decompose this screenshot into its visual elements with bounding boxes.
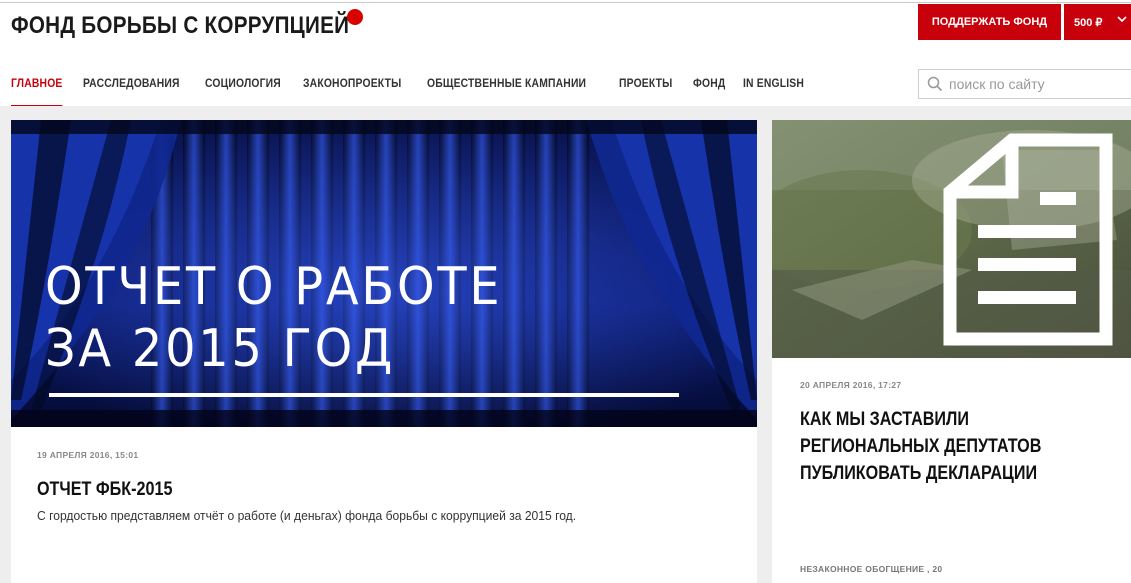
nav-item-campaigns[interactable]: ОБЩЕСТВЕННЫЕ КАМПАНИИ (427, 78, 586, 108)
article-date: 19 АПРЕЛЯ 2016, 15:01 (37, 450, 139, 460)
nav-item-sociology[interactable]: СОЦИОЛОГИЯ (205, 78, 281, 108)
main-nav: ГЛАВНОЕ РАССЛЕДОВАНИЯ СОЦИОЛОГИЯ ЗАКОНОП… (11, 78, 825, 108)
hero-title: ОТЧЕТ О РАБОТЕ ЗА 2015 ГОД (45, 257, 503, 379)
logo-red-dot-icon (347, 9, 363, 25)
search-input[interactable] (949, 76, 1119, 92)
site-search[interactable] (918, 69, 1131, 99)
hero-underline (49, 393, 679, 397)
nav-item-fund[interactable]: ФОНД (693, 78, 725, 108)
search-icon[interactable] (927, 76, 943, 92)
support-fund-button[interactable]: ПОДДЕРЖАТЬ ФОНД (918, 4, 1061, 40)
donation-amount-label: 500 ₽ (1074, 16, 1103, 29)
document-icon (772, 120, 1131, 358)
nav-item-main[interactable]: ГЛАВНОЕ (11, 78, 63, 108)
nav-item-english[interactable]: IN ENGLISH (743, 78, 804, 108)
side-article-card[interactable]: 20 АПРЕЛЯ 2016, 17:27 КАК МЫ ЗАСТАВИЛИ Р… (772, 120, 1131, 583)
nav-item-investigations[interactable]: РАССЛЕДОВАНИЯ (83, 78, 180, 108)
site-logo[interactable]: ФОНД БОРЬБЫ С КОРРУПЦИЕЙ (11, 12, 349, 40)
chevron-down-icon (1117, 14, 1127, 24)
top-divider (0, 2, 1131, 3)
article-date: 20 АПРЕЛЯ 2016, 17:27 (800, 380, 902, 390)
article-lead: С гордостью представляем отчёт о работе … (37, 508, 577, 523)
main-article-image[interactable]: ОТЧЕТ О РАБОТЕ ЗА 2015 ГОД (11, 120, 757, 427)
article-headline[interactable]: КАК МЫ ЗАСТАВИЛИ РЕГИОНАЛЬНЫХ ДЕПУТАТОВ … (800, 406, 1081, 487)
donation-amount-select[interactable]: 500 ₽ (1064, 4, 1131, 40)
site-header: ФОНД БОРЬБЫ С КОРРУПЦИЕЙ ПОДДЕРЖАТЬ ФОНД… (0, 0, 1131, 48)
side-article-image[interactable] (772, 120, 1131, 358)
nav-item-projects[interactable]: ПРОЕКТЫ (619, 78, 672, 108)
article-tag[interactable]: НЕЗАКОННОЕ ОБОГЩЕНИЕ , 20 (800, 564, 942, 574)
nav-item-bills[interactable]: ЗАКОНОПРОЕКТЫ (303, 78, 401, 108)
article-headline[interactable]: ОТЧЕТ ФБК-2015 (37, 479, 172, 501)
main-article-card[interactable]: ОТЧЕТ О РАБОТЕ ЗА 2015 ГОД 19 АПРЕЛЯ 201… (11, 120, 757, 583)
